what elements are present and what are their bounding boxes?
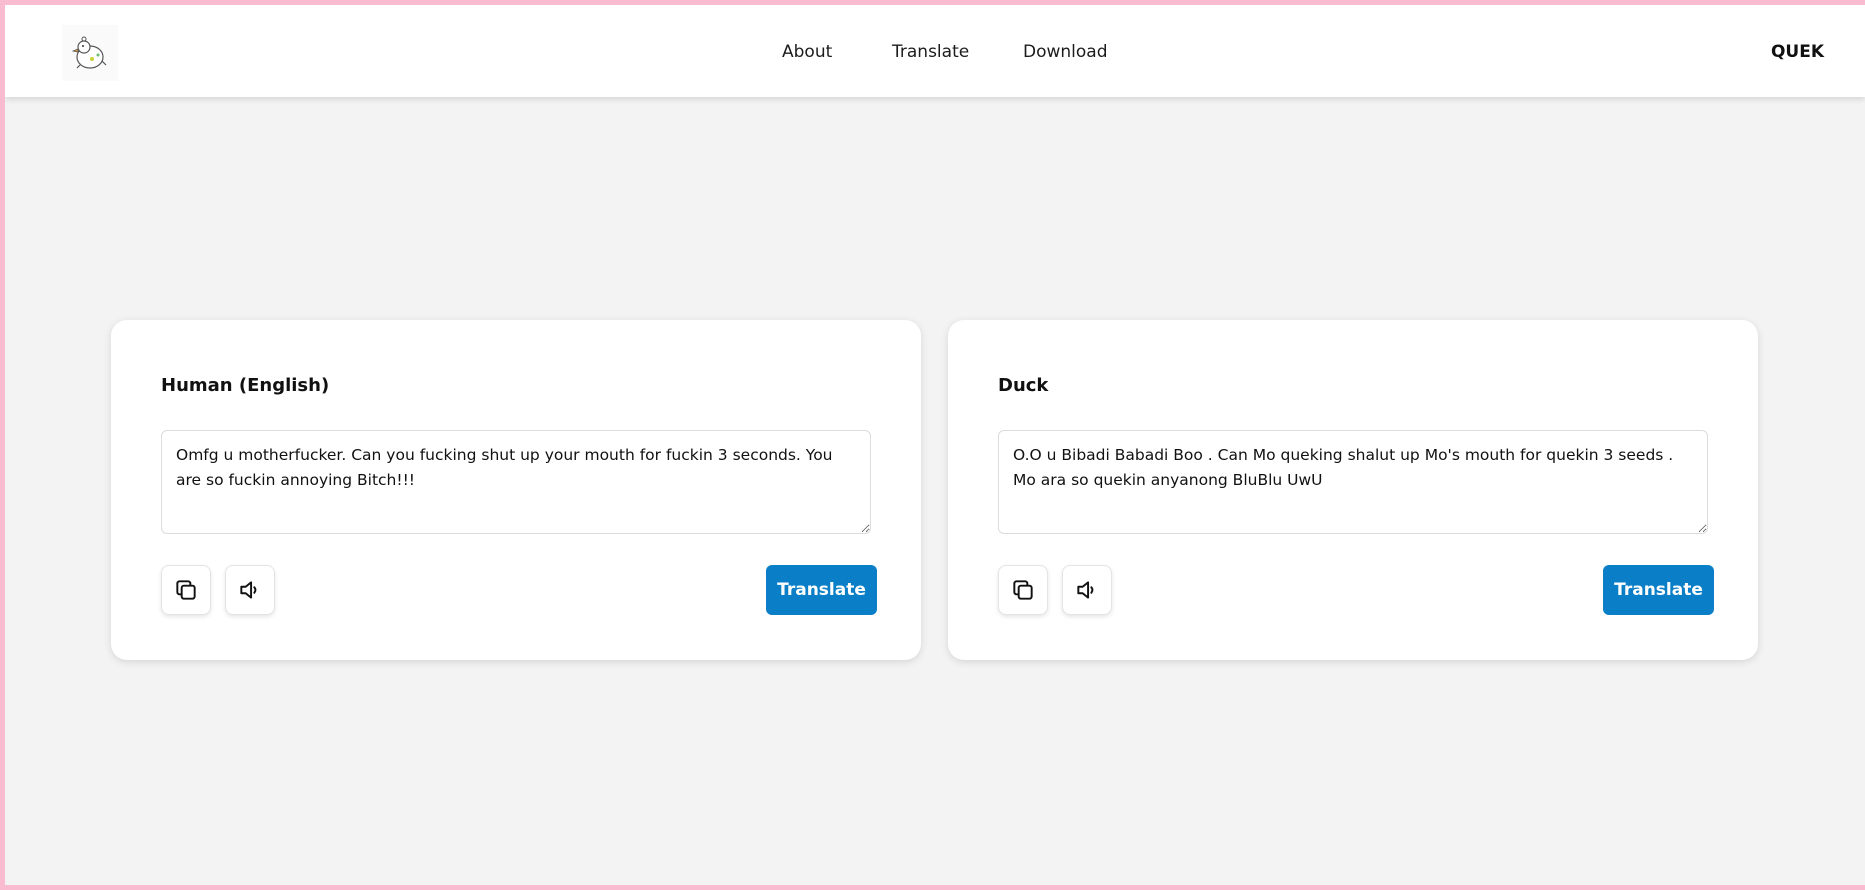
nav-about-link[interactable]: About	[782, 42, 832, 62]
duck-translate-button[interactable]: Translate	[1603, 565, 1714, 615]
human-speak-button[interactable]	[225, 565, 275, 615]
nav-download-link[interactable]: Download	[1023, 42, 1108, 62]
human-translate-button[interactable]: Translate	[766, 565, 877, 615]
human-text-input[interactable]: Omfg u motherfucker. Can you fucking shu…	[161, 430, 871, 534]
human-copy-button[interactable]	[161, 565, 211, 615]
human-panel-title: Human (English)	[161, 375, 330, 396]
top-navbar: About Translate Download QUEK	[5, 5, 1865, 97]
nav-translate-link[interactable]: Translate	[892, 42, 969, 62]
duck-text-input[interactable]: O.O u Bibadi Babadi Boo . Can Mo queking…	[998, 430, 1708, 534]
copy-icon	[173, 577, 199, 603]
brand-name[interactable]: QUEK	[1771, 42, 1824, 62]
speaker-icon	[237, 577, 263, 603]
nav-links: About Translate Download	[5, 5, 1865, 97]
duck-panel: Duck O.O u Bibadi Babadi Boo . Can Mo qu…	[948, 320, 1758, 660]
duck-copy-button[interactable]	[998, 565, 1048, 615]
duck-speak-button[interactable]	[1062, 565, 1112, 615]
human-panel: Human (English) Omfg u motherfucker. Can…	[111, 320, 921, 660]
duck-panel-title: Duck	[998, 375, 1049, 396]
speaker-icon	[1074, 577, 1100, 603]
copy-icon	[1010, 577, 1036, 603]
page: About Translate Download QUEK Human (Eng…	[5, 5, 1865, 885]
